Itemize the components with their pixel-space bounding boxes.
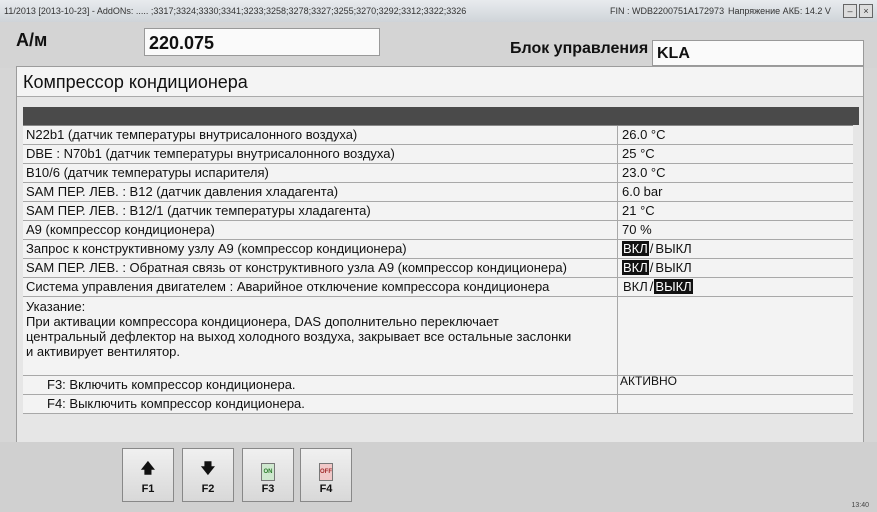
table-row: B10/6 (датчик температуры испарителя) 23… bbox=[23, 164, 853, 183]
control-unit-field: KLA bbox=[652, 40, 864, 66]
row-value: 21 °C bbox=[617, 202, 853, 220]
table-row: A9 (компрессор кондиционера) 70 % bbox=[23, 221, 853, 240]
vehicle-label: А/м bbox=[16, 30, 48, 50]
on-state: ВКЛ bbox=[622, 260, 649, 275]
row-value: 26.0 °C bbox=[617, 126, 853, 144]
row-label: A9 (компрессор кондиционера) bbox=[26, 222, 215, 237]
row-value: 23.0 °C bbox=[617, 164, 853, 182]
content-panel: Компрессор кондиционера N22b1 (датчик те… bbox=[16, 66, 864, 462]
f2-button[interactable]: 🡇 F2 bbox=[182, 448, 234, 502]
arrow-up-icon: 🡅 bbox=[140, 460, 156, 476]
table-row: DBE : N70b1 (датчик температуры внутриса… bbox=[23, 145, 853, 164]
f3-button[interactable]: ON F3 bbox=[242, 448, 294, 502]
row-value: 70 % bbox=[617, 221, 853, 239]
on-off-status: ВКЛ / ВЫКЛ bbox=[617, 240, 853, 258]
table-row: SAM ПЕР. ЛЕВ. : B12 (датчик давления хла… bbox=[23, 183, 853, 202]
header: А/м 220.075 Блок управления KLA bbox=[0, 22, 877, 68]
row-value: 6.0 bar bbox=[617, 183, 853, 201]
table-row: N22b1 (датчик температуры внутрисалонног… bbox=[23, 126, 853, 145]
window-title: 11/2013 [2013-10-23] - AddONs: ..... ;33… bbox=[4, 6, 467, 16]
column-header-bar bbox=[23, 107, 859, 125]
row-label: B10/6 (датчик температуры испарителя) bbox=[26, 165, 269, 180]
values-table: N22b1 (датчик температуры внутрисалонног… bbox=[23, 125, 853, 414]
row-value: 25 °C bbox=[617, 145, 853, 163]
arrow-down-icon: 🡇 bbox=[200, 460, 216, 476]
control-unit-label: Блок управления bbox=[510, 40, 649, 57]
vehicle-field: 220.075 bbox=[144, 28, 380, 56]
table-row: SAM ПЕР. ЛЕВ. : B12/1 (датчик температур… bbox=[23, 202, 853, 221]
minimize-icon[interactable]: – bbox=[843, 4, 857, 18]
lamp-off-icon: OFF bbox=[319, 463, 333, 481]
row-label: Система управления двигателем : Аварийно… bbox=[26, 279, 550, 294]
row-label: DBE : N70b1 (датчик температуры внутриса… bbox=[26, 146, 395, 161]
function-label: F4: Выключить компрессор кондиционера. bbox=[47, 396, 305, 411]
f1-button[interactable]: 🡅 F1 bbox=[122, 448, 174, 502]
on-off-status: ВКЛ / ВЫКЛ bbox=[617, 278, 853, 296]
off-state: ВЫКЛ bbox=[655, 241, 692, 256]
row-label: SAM ПЕР. ЛЕВ. : Обратная связь от констр… bbox=[26, 260, 567, 275]
table-row: SAM ПЕР. ЛЕВ. : Обратная связь от констр… bbox=[23, 259, 853, 278]
table-row: Запрос к конструктивному узлу A9 (компре… bbox=[23, 240, 853, 259]
note-text: Указание: При активации компрессора конд… bbox=[26, 299, 572, 359]
clock: 13:40 bbox=[851, 502, 869, 509]
function-label: F3: Включить компрессор кондиционера. bbox=[47, 377, 296, 392]
title-bar: 11/2013 [2013-10-23] - AddONs: ..... ;33… bbox=[0, 0, 877, 23]
table-row: Система управления двигателем : Аварийно… bbox=[23, 278, 853, 297]
off-state: ВЫКЛ bbox=[655, 260, 692, 275]
f4-button[interactable]: OFF F4 bbox=[300, 448, 352, 502]
row-label: N22b1 (датчик температуры внутрисалонног… bbox=[26, 127, 358, 142]
on-off-status: ВКЛ / ВЫКЛ bbox=[617, 259, 853, 277]
page-title: Компрессор кондиционера bbox=[17, 67, 863, 97]
diagnostic-app: А/м 220.075 Блок управления KLA Компресс… bbox=[0, 22, 877, 512]
system-tray: 13:40 bbox=[650, 500, 877, 512]
note-value-cell bbox=[617, 297, 854, 375]
off-state: ВЫКЛ bbox=[654, 279, 693, 294]
on-state: ВКЛ bbox=[623, 279, 648, 294]
note-box: Указание: При активации компрессора конд… bbox=[23, 297, 853, 376]
row-label: Запрос к конструктивному узлу A9 (компре… bbox=[26, 241, 407, 256]
battery-voltage: Напряжение АКБ: 14.2 V bbox=[728, 6, 831, 16]
lamp-on-icon: ON bbox=[261, 463, 275, 481]
function-status bbox=[617, 391, 853, 413]
on-state: ВКЛ bbox=[622, 241, 649, 256]
fin-label: FIN : WDB2200751A172973 bbox=[610, 6, 725, 16]
close-icon[interactable]: × bbox=[859, 4, 873, 18]
row-label: SAM ПЕР. ЛЕВ. : B12/1 (датчик температур… bbox=[26, 203, 371, 218]
row-label: SAM ПЕР. ЛЕВ. : B12 (датчик давления хла… bbox=[26, 184, 339, 199]
function-row-f4[interactable]: F4: Выключить компрессор кондиционера. bbox=[23, 391, 853, 414]
